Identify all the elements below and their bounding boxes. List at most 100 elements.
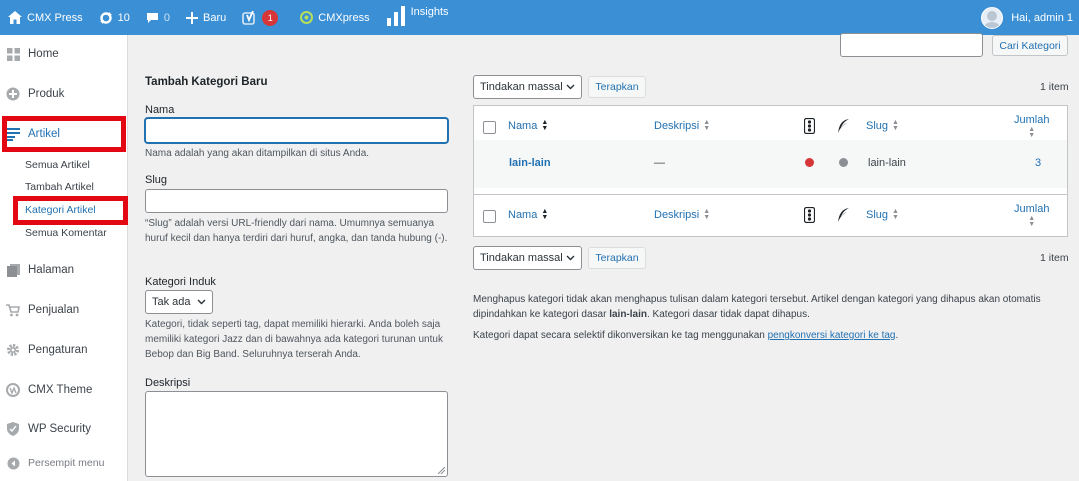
insights-label: Insights <box>410 6 449 18</box>
convert-note-text: Kategori dapat secara selektif dikonvers… <box>473 330 768 341</box>
admin-bar: CMX Press 10 0 Baru 1 CMXpress Insights … <box>0 0 1079 35</box>
search-input[interactable] <box>840 33 983 57</box>
sidebar-item-produk[interactable]: Produk <box>0 79 128 109</box>
highlight-box-artikel <box>2 116 126 152</box>
sidebar-item-label: Produk <box>28 88 65 100</box>
sidebar-item-halaman[interactable]: Halaman <box>0 255 128 285</box>
highlight-box-kategori <box>13 196 128 225</box>
bar-chart-icon <box>386 6 406 26</box>
convert-note: Kategori dapat secara selektif dikonvers… <box>473 328 1063 343</box>
sort-arrows-icon: ▲ ▼ <box>703 119 711 132</box>
sidebar-item-wp-security[interactable]: WP Security <box>0 414 128 444</box>
sort-arrows-icon: ▲ ▼ <box>1028 215 1036 228</box>
sidebar-collapse-menu[interactable]: Persempit menu <box>0 448 128 478</box>
slug-label: Slug <box>145 174 168 186</box>
delete-note: Menghapus kategori tidak akan menghapus … <box>473 292 1063 322</box>
plus-icon <box>186 11 198 24</box>
column-slug-footer[interactable]: Slug ▲ ▼ <box>866 208 899 221</box>
sidebar-item-label: Penjualan <box>28 304 80 316</box>
sort-arrows-icon: ▲ ▼ <box>892 208 899 221</box>
chevron-down-icon <box>197 296 206 308</box>
column-slug-label: Slug <box>866 120 889 132</box>
sidebar-item-label: Home <box>28 48 59 60</box>
new-label: Baru <box>203 11 227 24</box>
gear-icon <box>6 343 20 357</box>
table-row: lain-lain — lain-lain 3 <box>474 140 1067 188</box>
item-count-bottom: 1 item <box>1040 252 1069 264</box>
sidebar-item-label: Pengaturan <box>28 344 88 356</box>
column-description-label: Deskripsi <box>654 209 700 221</box>
comments-link[interactable]: 0 <box>138 0 178 35</box>
sidebar-item-cmx-theme[interactable]: CMX Theme <box>0 375 128 405</box>
avatar[interactable] <box>981 6 1004 29</box>
category-name-link[interactable]: lain-lain <box>509 157 551 169</box>
sidebar-item-label: CMX Theme <box>28 384 93 396</box>
column-slug-label: Slug <box>866 209 889 221</box>
readability-status-dot <box>839 158 848 167</box>
chevron-down-icon <box>566 252 575 264</box>
comments-count: 0 <box>163 11 170 24</box>
column-name-footer[interactable]: Nama ▲ ▼ <box>508 208 549 221</box>
insights-link[interactable]: Insights <box>378 0 457 35</box>
greeting[interactable]: Hai, admin 1 <box>1011 12 1073 24</box>
search-categories-button[interactable]: Cari Kategori <box>992 35 1068 56</box>
sidebar-item-pengaturan[interactable]: Pengaturan <box>0 335 128 365</box>
submenu-tambah-artikel[interactable]: Tambah Artikel <box>25 181 94 193</box>
notification-badge: 1 <box>262 9 279 26</box>
table-footer-row: Nama ▲ ▼ Deskripsi ▲ ▼ Slug ▲ ▼ Jumlah ▲ ▼ <box>474 194 1067 236</box>
cmxpress-link[interactable]: CMXpress <box>286 0 377 35</box>
column-count-footer[interactable]: Jumlah ▲ ▼ <box>1014 203 1049 228</box>
parent-category-label: Kategori Induk <box>145 276 216 288</box>
name-input[interactable] <box>145 118 448 143</box>
refresh-icon <box>99 11 113 25</box>
sort-arrows-icon: ▲ ▼ <box>541 208 549 221</box>
bulk-action-select-top[interactable]: Tindakan massal <box>473 75 582 99</box>
convert-note-end: . <box>895 330 899 341</box>
column-status-footer[interactable] <box>803 206 816 226</box>
cmxpress-icon <box>300 11 314 24</box>
site-home-link[interactable]: CMX Press <box>0 0 91 35</box>
name-help: Nama adalah yang akan ditampilkan di sit… <box>145 148 370 159</box>
delete-note-text-end: . Kategori dasar tidak dapat dihapus. <box>647 309 810 320</box>
traffic-light-icon <box>803 117 816 137</box>
sidebar-item-label: Persempit menu <box>28 457 105 469</box>
resize-handle-icon[interactable] <box>438 467 445 474</box>
admin-sidebar: Home Produk Artikel Semua Artikel Tambah… <box>0 35 128 481</box>
column-description-header[interactable]: Deskripsi ▲ ▼ <box>654 119 711 132</box>
apply-button-top[interactable]: Terapkan <box>588 76 646 98</box>
description-textarea[interactable] <box>145 391 448 477</box>
select-all-checkbox-bottom[interactable] <box>483 210 496 223</box>
add-category-title: Tambah Kategori Baru <box>145 76 268 88</box>
theme-icon <box>6 383 20 397</box>
traffic-light-icon <box>803 206 816 226</box>
feather-icon <box>836 207 850 226</box>
column-count-label: Jumlah <box>1014 114 1050 126</box>
updates-link[interactable]: 10 <box>91 0 138 35</box>
sidebar-item-penjualan[interactable]: Penjualan <box>0 295 128 325</box>
submenu-semua-artikel[interactable]: Semua Artikel <box>25 159 90 171</box>
category-tag-converter-link[interactable]: pengkonversi kategori ke tag <box>768 330 896 341</box>
sort-arrows-icon: ▲ ▼ <box>892 119 899 132</box>
sidebar-item-label: Halaman <box>28 264 75 276</box>
submenu-semua-komentar[interactable]: Semua Komentar <box>25 227 107 239</box>
category-count-link[interactable]: 3 <box>1035 157 1041 169</box>
column-status-header[interactable] <box>803 117 816 137</box>
slug-input[interactable] <box>145 189 448 213</box>
seo-status-dot <box>805 158 814 167</box>
sidebar-item-home[interactable]: Home <box>0 39 128 69</box>
bulk-action-select-bottom[interactable]: Tindakan massal <box>473 246 582 270</box>
select-all-checkbox[interactable] <box>483 121 496 134</box>
column-count-header[interactable]: Jumlah ▲ ▼ <box>1014 114 1049 139</box>
seo-plugin-link[interactable]: 1 <box>234 0 286 35</box>
column-description-footer[interactable]: Deskripsi ▲ ▼ <box>654 208 710 221</box>
column-name-label: Nama <box>508 209 538 221</box>
column-slug-header[interactable]: Slug ▲ ▼ <box>866 119 899 132</box>
apply-button-bottom[interactable]: Terapkan <box>588 247 646 269</box>
column-readability-header[interactable] <box>836 118 850 137</box>
new-content-link[interactable]: Baru <box>178 0 234 35</box>
sort-arrows-icon: ▲ ▼ <box>1028 126 1036 139</box>
feather-icon <box>836 118 850 137</box>
parent-category-select[interactable]: Tak ada <box>145 290 213 314</box>
column-readability-footer[interactable] <box>836 207 850 226</box>
column-name-header[interactable]: Nama ▲ ▼ <box>508 119 548 132</box>
